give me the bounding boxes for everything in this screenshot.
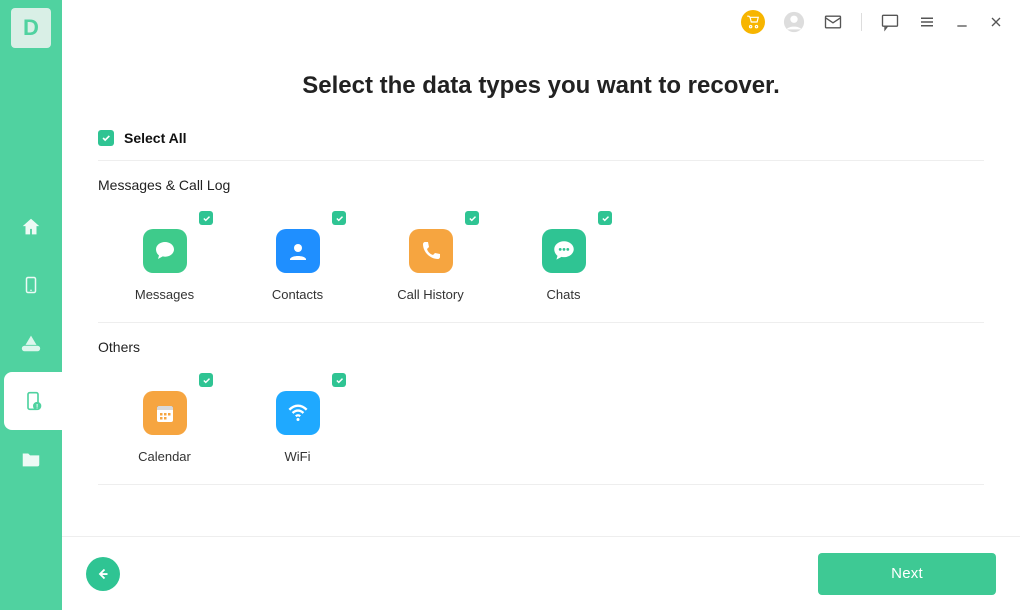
tile-checkbox[interactable] bbox=[598, 211, 612, 225]
app-logo-letter: D bbox=[23, 15, 39, 41]
tile-label: Calendar bbox=[138, 449, 191, 464]
sidebar-item-recover[interactable]: ! bbox=[4, 372, 62, 430]
close-icon[interactable] bbox=[988, 14, 1004, 30]
data-type-tile[interactable]: Calendar bbox=[98, 361, 231, 464]
cart-icon bbox=[746, 15, 760, 29]
select-all-label: Select All bbox=[124, 130, 187, 146]
tile-row: Calendar WiFi bbox=[98, 361, 984, 485]
home-icon bbox=[20, 216, 42, 238]
select-all-checkbox[interactable] bbox=[98, 130, 114, 146]
tile-checkbox[interactable] bbox=[332, 211, 346, 225]
tile-checkbox[interactable] bbox=[332, 373, 346, 387]
menu-icon[interactable] bbox=[918, 13, 936, 31]
tile-checkbox[interactable] bbox=[465, 211, 479, 225]
tile-label: Contacts bbox=[272, 287, 323, 302]
data-type-tile[interactable]: Messages bbox=[98, 199, 231, 302]
back-button[interactable] bbox=[86, 557, 120, 591]
sidebar-item-phone[interactable] bbox=[0, 256, 62, 314]
tile-label: Call History bbox=[397, 287, 463, 302]
speech-bubble-icon bbox=[143, 229, 187, 273]
minimize-icon[interactable] bbox=[954, 14, 970, 30]
app-root: D ! Selec bbox=[0, 0, 1020, 610]
folder-icon bbox=[20, 448, 42, 470]
calendar-icon bbox=[143, 391, 187, 435]
topbar-divider bbox=[861, 13, 862, 31]
tile-row: Messages Contacts Call History Chats bbox=[98, 199, 984, 323]
data-type-tile[interactable]: Call History bbox=[364, 199, 497, 302]
tile-checkbox[interactable] bbox=[199, 211, 213, 225]
cart-button[interactable] bbox=[741, 10, 765, 34]
select-all-row[interactable]: Select All bbox=[98, 130, 984, 161]
cloud-icon bbox=[20, 332, 42, 354]
sidebar: D ! bbox=[0, 0, 62, 610]
page-title: Select the data types you want to recove… bbox=[98, 72, 984, 100]
arrow-left-icon bbox=[94, 565, 112, 583]
mail-icon[interactable] bbox=[823, 12, 843, 32]
wifi-icon bbox=[276, 391, 320, 435]
tile-label: WiFi bbox=[285, 449, 311, 464]
user-icon bbox=[276, 229, 320, 273]
sections-container: Messages & Call Log Messages Contacts Call … bbox=[98, 177, 984, 485]
device-alert-icon: ! bbox=[23, 390, 43, 412]
svg-text:!: ! bbox=[36, 404, 38, 411]
tile-label: Messages bbox=[135, 287, 194, 302]
sidebar-item-cloud[interactable] bbox=[0, 314, 62, 372]
sidebar-item-folder[interactable] bbox=[0, 430, 62, 488]
sidebar-item-home[interactable] bbox=[0, 198, 62, 256]
feedback-icon[interactable] bbox=[880, 12, 900, 32]
content-area: Select the data types you want to recove… bbox=[62, 44, 1020, 536]
topbar bbox=[62, 0, 1020, 44]
section-title: Others bbox=[98, 339, 984, 355]
phone-icon bbox=[409, 229, 453, 273]
main-panel: Select the data types you want to recove… bbox=[62, 0, 1020, 610]
app-logo: D bbox=[11, 8, 51, 48]
phone-device-icon bbox=[22, 274, 40, 296]
footer: Next bbox=[62, 536, 1020, 610]
user-icon[interactable] bbox=[783, 11, 805, 33]
data-type-tile[interactable]: WiFi bbox=[231, 361, 364, 464]
tile-checkbox[interactable] bbox=[199, 373, 213, 387]
section-title: Messages & Call Log bbox=[98, 177, 984, 193]
data-type-tile[interactable]: Contacts bbox=[231, 199, 364, 302]
chat-dots-icon bbox=[542, 229, 586, 273]
tile-label: Chats bbox=[547, 287, 581, 302]
next-button[interactable]: Next bbox=[818, 553, 996, 595]
data-type-tile[interactable]: Chats bbox=[497, 199, 630, 302]
